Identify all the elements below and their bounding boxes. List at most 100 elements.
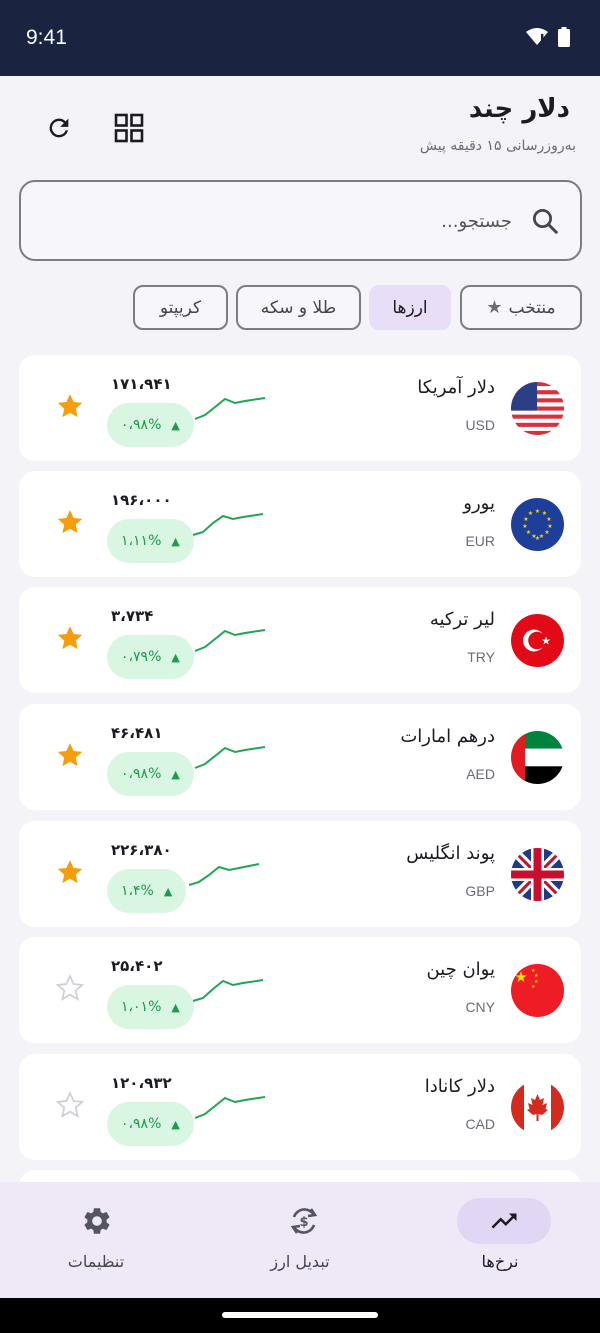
currency-code: CAD [465,1116,495,1132]
us-flag-icon [511,382,564,435]
bottom-navigation: نرخ‌ها $ تبدیل ارز تنظیمات [0,1182,600,1298]
star-filled-icon[interactable] [55,391,85,421]
trending-up-icon [491,1213,517,1229]
svg-text:★: ★ [531,984,536,990]
svg-text:★: ★ [544,529,549,536]
sparkline [192,979,264,1002]
filter-chip-crypto[interactable]: کریپتو [133,285,228,330]
nav-tab-indicator [50,1198,144,1244]
nav-tab-label: نرخ‌ها [481,1252,519,1271]
currency-price: ۴۶،۴۸۱ [111,724,163,742]
arrow-up-icon: ▲ [171,534,180,548]
cn-flag-icon: ★ ★ ★ ★ ★ [511,964,564,1017]
currency-name: درهم امارات [400,726,495,747]
currency-price: ۱۷۱،۹۴۱ [111,375,172,393]
svg-text:★: ★ [535,508,540,515]
star-icon: ★ [486,297,503,318]
nav-tab-rates[interactable]: نرخ‌ها [400,1182,600,1298]
currency-price: ۲۵،۴۰۲ [111,957,163,975]
arrow-up-icon: ▲ [163,884,173,898]
ca-flag-icon [511,1081,564,1134]
page-title: دلار چند [468,94,570,124]
currency-price: ۱۹۶،۰۰۰ [111,491,172,509]
change-badge: ۱،۴% ▲ [107,869,187,913]
last-updated: به‌روزرسانی ۱۵ دقیقه پیش [419,138,576,154]
svg-text:★: ★ [523,516,528,523]
svg-text:★: ★ [522,523,527,530]
battery-icon [558,27,570,47]
currency-name: دلار کانادا [424,1076,495,1097]
change-value: ۰،۹۸% [121,1116,162,1132]
svg-text:★: ★ [546,516,551,523]
home-indicator[interactable] [222,1312,378,1318]
sparkline [189,863,260,886]
currency-price: ۳،۷۳۴ [111,607,154,625]
gb-flag-icon [511,848,564,901]
currency-price: ۲۲۶،۳۸۰ [111,841,172,859]
currency-card-usd[interactable]: دلار آمریکا USD ۱۷۱،۹۴۱ ۰،۹۸% ▲ [19,355,581,461]
filter-chip-currencies[interactable]: ارزها [369,285,451,330]
nav-tab-settings[interactable]: تنظیمات [0,1182,200,1298]
nav-tab-converter[interactable]: $ تبدیل ارز [200,1182,400,1298]
ae-flag-icon [511,731,564,784]
grid-view-button[interactable] [107,106,151,150]
star-filled-icon[interactable] [55,507,85,537]
arrow-up-icon: ▲ [171,767,180,781]
change-badge: ۰،۹۸% ▲ [107,1102,194,1146]
currency-name: یوان چین [426,959,495,980]
filter-chip-label: کریپتو [159,297,202,318]
star-filled-icon[interactable] [55,857,85,887]
svg-text:★: ★ [526,529,531,536]
grid-icon [114,113,144,143]
sparkline [192,513,264,536]
search-box[interactable] [19,180,582,261]
change-value: ۰،۹۸% [121,766,162,782]
change-badge: ۰،۷۹% ▲ [107,635,194,679]
filter-chip-label: منتخب [508,297,556,318]
currency-code: CNY [465,999,495,1015]
currency-card-cny[interactable]: ★ ★ ★ ★ ★ یوان چین CNY ۲۵،۴۰۲ ۱،۰۱% ▲ [19,937,581,1043]
currency-code: USD [465,417,495,433]
search-input[interactable] [92,204,512,238]
currency-code: GBP [465,883,495,899]
change-value: ۰،۹۸% [121,417,162,433]
nav-tab-label: تبدیل ارز [270,1252,330,1271]
currency-name: دلار آمریکا [417,377,495,398]
filter-chip-label: ارزها [392,297,428,318]
status-time: 9:41 [26,26,67,49]
change-value: ۱،۱۱% [121,533,162,549]
currency-name: پوند انگلیس [406,843,495,864]
tr-flag-icon: ★ [511,614,564,667]
currency-card-aed[interactable]: درهم امارات AED ۴۶،۴۸۱ ۰،۹۸% ▲ [19,704,581,810]
arrow-up-icon: ▲ [171,1117,180,1131]
change-value: ۰،۷۹% [121,649,162,665]
sparkline [194,1096,266,1119]
app-header: دلار چند به‌روزرسانی ۱۵ دقیقه پیش [0,76,600,176]
currency-card-gbp[interactable]: پوند انگلیس GBP ۲۲۶،۳۸۰ ۱،۴% ▲ [19,821,581,927]
currency-card-try[interactable]: ★ لیر ترکیه TRY ۳،۷۳۴ ۰،۷۹% ▲ [19,587,581,693]
nav-tab-label: تنظیمات [67,1252,125,1271]
wifi-icon [526,28,548,45]
refresh-icon [49,118,69,138]
sparkline [194,746,266,769]
change-value: ۱،۴% [121,883,154,899]
star-filled-icon[interactable] [55,740,85,770]
currency-card-eur[interactable]: ★ ★ ★ ★ ★ ★ ★ ★ ★ ★ ★ ★ یورو EUR ۱۹۶،۰۰۰ ۱،۱۱% ▲ [19,471,581,577]
star-filled-icon[interactable] [55,623,85,653]
star-outline-icon[interactable] [55,1090,85,1120]
change-badge: ۰،۹۸% ▲ [107,752,194,796]
status-bar: 9:41 [0,0,600,76]
filter-chip-favorites[interactable]: منتخب ★ [460,285,582,330]
star-outline-icon[interactable] [55,973,85,1003]
currency-code: EUR [465,533,495,549]
svg-text:$: $ [299,1215,308,1230]
currency-code: AED [466,766,495,782]
arrow-up-icon: ▲ [171,418,180,432]
refresh-button[interactable] [37,106,81,150]
filter-chip-gold-coin[interactable]: طلا و سکه [236,285,361,330]
change-badge: ۰،۹۸% ▲ [107,403,194,447]
system-gesture-bar [0,1298,600,1333]
currency-card-cad[interactable]: دلار کانادا CAD ۱۲۰،۹۳۲ ۰،۹۸% ▲ [19,1054,581,1160]
eu-flag-icon: ★ ★ ★ ★ ★ ★ ★ ★ ★ ★ ★ ★ [511,498,564,551]
svg-text:★: ★ [535,535,540,542]
